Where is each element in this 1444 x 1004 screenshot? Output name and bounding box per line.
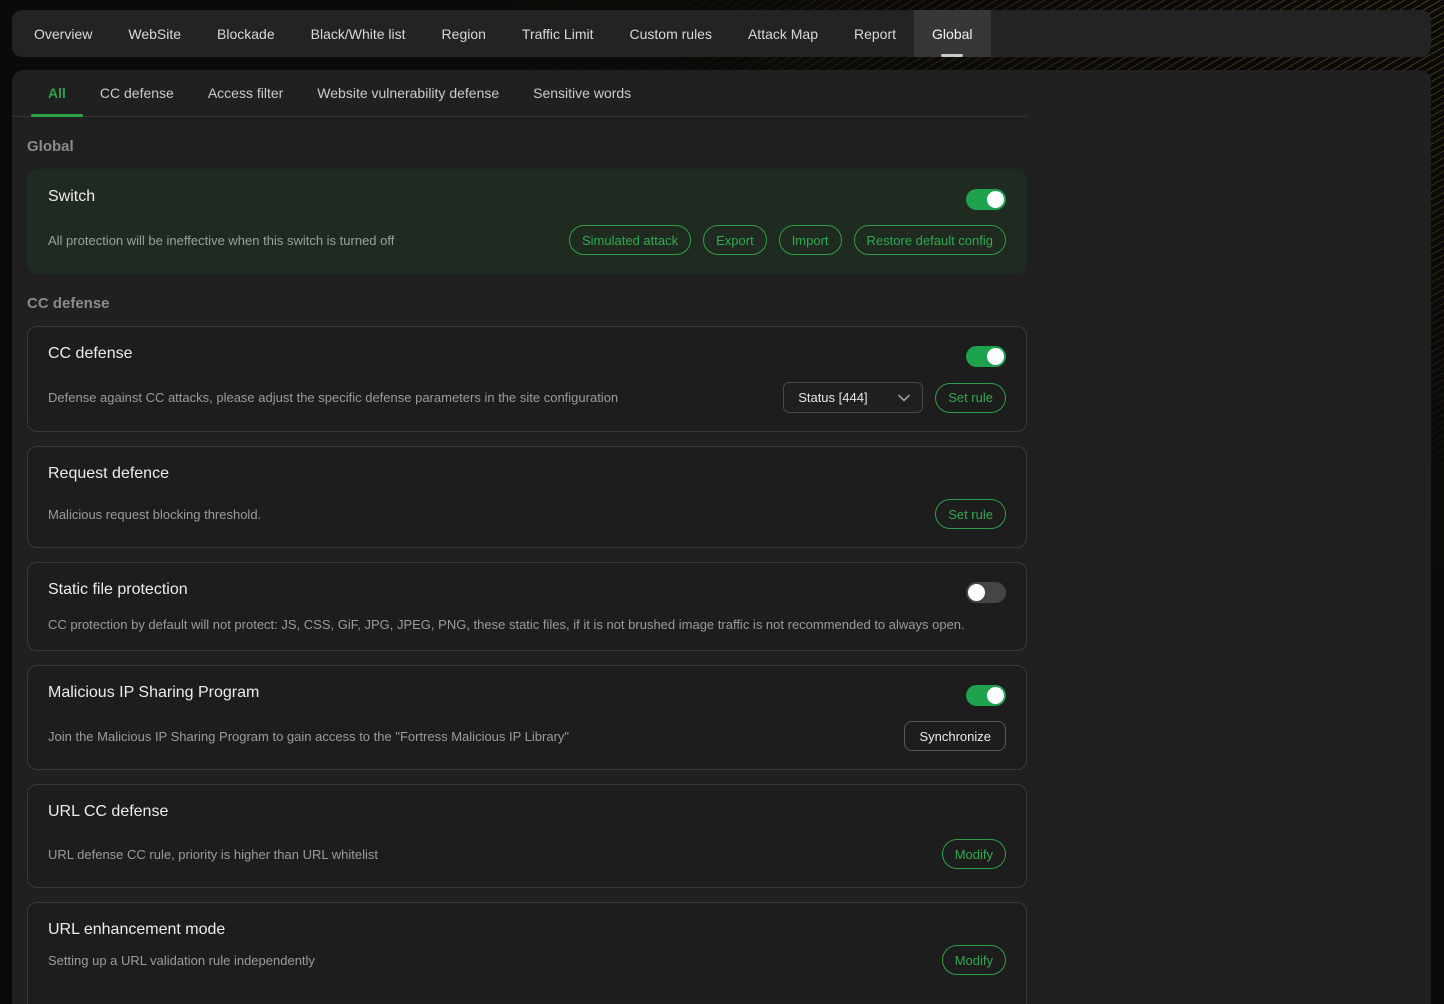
export-button[interactable]: Export: [703, 225, 767, 255]
simulated-attack-button[interactable]: Simulated attack: [569, 225, 691, 255]
url-cc-defense-modify-button[interactable]: Modify: [942, 839, 1006, 869]
tab-cc-defense[interactable]: CC defense: [83, 70, 191, 116]
url-enhancement-mode-title: URL enhancement mode: [48, 921, 225, 939]
url-cc-defense-description: URL defense CC rule, priority is higher …: [48, 847, 378, 862]
toggle-knob: [987, 687, 1004, 704]
toggle-knob: [987, 348, 1004, 365]
tab-all[interactable]: All: [31, 70, 83, 116]
top-nav-bar: Overview WebSite Blockade Black/White li…: [12, 10, 1431, 57]
nav-item-overview[interactable]: Overview: [16, 10, 110, 57]
restore-default-config-button[interactable]: Restore default config: [854, 225, 1006, 255]
page-background: Overview WebSite Blockade Black/White li…: [0, 0, 1444, 1004]
static-file-protection-card: Static file protection CC protection by …: [27, 562, 1027, 651]
url-enhancement-mode-card: URL enhancement mode Setting up a URL va…: [27, 902, 1027, 1004]
malicious-ip-sharing-title: Malicious IP Sharing Program: [48, 684, 259, 702]
cc-defense-title: CC defense: [48, 345, 133, 363]
nav-item-region[interactable]: Region: [424, 10, 504, 57]
nav-item-attack-map[interactable]: Attack Map: [730, 10, 836, 57]
tab-sensitive-words[interactable]: Sensitive words: [516, 70, 648, 116]
malicious-ip-sharing-card: Malicious IP Sharing Program Join the Ma…: [27, 665, 1027, 770]
switch-card-description: All protection will be ineffective when …: [48, 233, 394, 248]
nav-item-blockade[interactable]: Blockade: [199, 10, 293, 57]
malicious-ip-sharing-toggle[interactable]: [966, 685, 1006, 706]
nav-item-black-white-list[interactable]: Black/White list: [293, 10, 424, 57]
dropdown-selected-value: Status [444]: [798, 390, 867, 405]
static-file-protection-toggle[interactable]: [966, 582, 1006, 603]
cc-defense-description: Defense against CC attacks, please adjus…: [48, 390, 618, 405]
tab-access-filter[interactable]: Access filter: [191, 70, 300, 116]
settings-content: Global Switch All protection will be ine…: [12, 138, 1027, 1004]
switch-card-actions: Simulated attack Export Import Restore d…: [569, 225, 1006, 255]
switch-card: Switch All protection will be ineffectiv…: [27, 169, 1027, 274]
nav-item-website[interactable]: WebSite: [110, 10, 199, 57]
tab-website-vulnerability-defense[interactable]: Website vulnerability defense: [300, 70, 516, 116]
request-defence-set-rule-button[interactable]: Set rule: [935, 499, 1006, 529]
synchronize-button[interactable]: Synchronize: [904, 721, 1006, 751]
static-file-protection-description: CC protection by default will not protec…: [48, 617, 965, 632]
toggle-knob: [968, 584, 985, 601]
nav-item-global[interactable]: Global: [914, 10, 990, 57]
nav-item-custom-rules[interactable]: Custom rules: [612, 10, 730, 57]
sub-tab-bar: All CC defense Access filter Website vul…: [12, 70, 1027, 117]
request-defence-title: Request defence: [48, 465, 169, 483]
main-panel: All CC defense Access filter Website vul…: [12, 70, 1431, 1004]
url-enhancement-mode-description: Setting up a URL validation rule indepen…: [48, 953, 315, 968]
url-cc-defense-card: URL CC defense URL defense CC rule, prio…: [27, 784, 1027, 888]
global-switch-toggle[interactable]: [966, 189, 1006, 210]
nav-item-traffic-limit[interactable]: Traffic Limit: [504, 10, 612, 57]
nav-item-report[interactable]: Report: [836, 10, 914, 57]
cc-defense-card: CC defense Defense against CC attacks, p…: [27, 326, 1027, 432]
url-cc-defense-title: URL CC defense: [48, 803, 168, 821]
section-heading-cc-defense: CC defense: [27, 295, 1027, 312]
cc-defense-set-rule-button[interactable]: Set rule: [935, 383, 1006, 413]
url-enhancement-modify-button[interactable]: Modify: [942, 945, 1006, 975]
static-file-protection-title: Static file protection: [48, 581, 188, 599]
section-heading-global: Global: [27, 138, 1027, 155]
import-button[interactable]: Import: [779, 225, 842, 255]
switch-card-title: Switch: [48, 188, 95, 206]
malicious-ip-sharing-description: Join the Malicious IP Sharing Program to…: [48, 729, 569, 744]
chevron-down-icon: [898, 394, 910, 402]
toggle-knob: [987, 191, 1004, 208]
request-defence-card: Request defence Malicious request blocki…: [27, 446, 1027, 548]
request-defence-description: Malicious request blocking threshold.: [48, 507, 261, 522]
cc-defense-toggle[interactable]: [966, 346, 1006, 367]
cc-defense-status-dropdown[interactable]: Status [444]: [783, 382, 923, 413]
